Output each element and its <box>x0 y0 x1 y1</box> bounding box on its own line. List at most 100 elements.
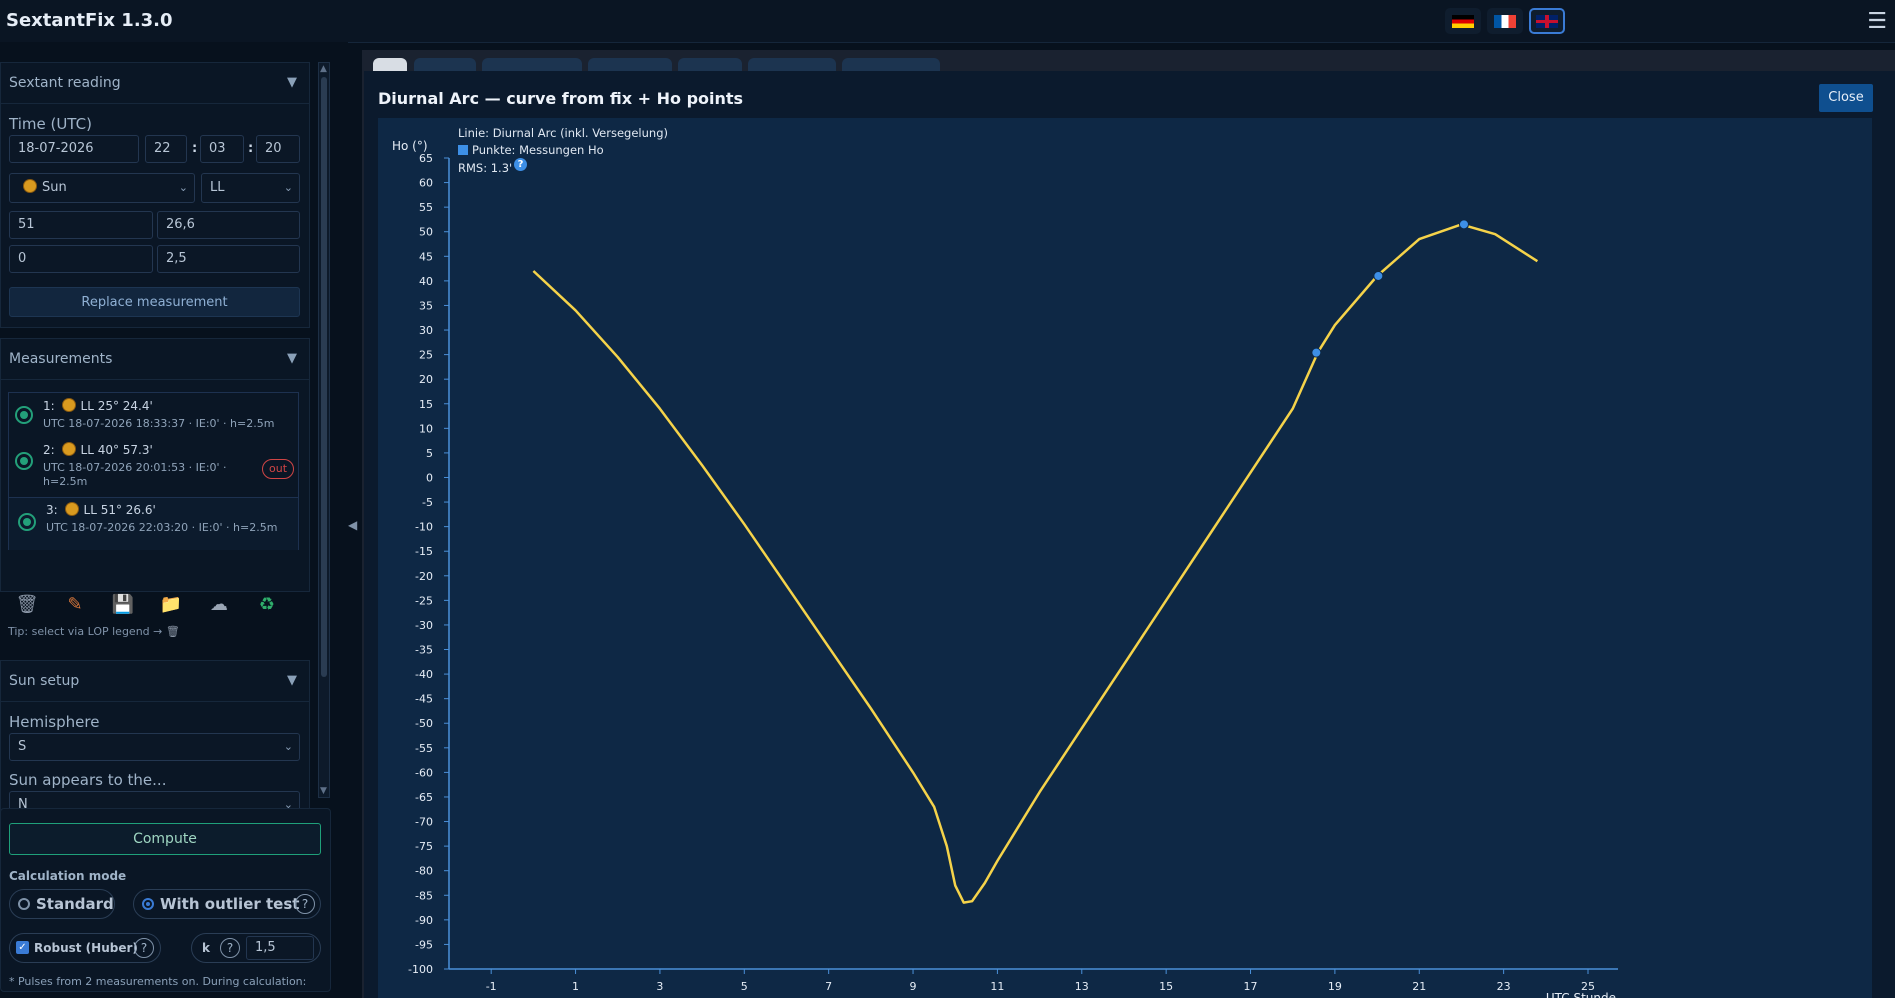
scrollbar-thumb[interactable] <box>321 77 327 677</box>
rms-help-icon[interactable]: ? <box>514 158 527 171</box>
scroll-down-arrow-icon[interactable]: ▼ <box>320 786 327 796</box>
second-input[interactable]: 20 <box>256 135 300 163</box>
radio-on-icon <box>142 898 154 910</box>
time-colon: : <box>192 141 198 156</box>
sextant-reading-header[interactable]: Sextant reading ▼ <box>1 63 309 104</box>
standard-mode-radio[interactable]: Standard <box>9 889 115 919</box>
time-colon: : <box>248 141 254 156</box>
measurement-1-details: UTC 18-07-2026 18:33:37 · IE:0' · h=2.5m <box>43 417 275 430</box>
pencil-icon[interactable]: ✎ <box>63 594 87 616</box>
limb-select[interactable]: LL ⌄ <box>201 173 300 203</box>
map-tab[interactable] <box>748 58 836 72</box>
index-error-input[interactable]: 0 <box>9 245 153 273</box>
body-select[interactable]: Sun ⌄ <box>9 173 195 203</box>
minutes-input[interactable]: 26,6 <box>157 211 300 239</box>
measurement-1-radio[interactable] <box>15 406 33 424</box>
compute-button[interactable]: Compute <box>9 823 321 855</box>
map-tab[interactable] <box>842 58 940 72</box>
y-tick-label: 25 <box>419 349 433 362</box>
y-tick-label: 60 <box>419 177 433 190</box>
help-icon[interactable]: ? <box>220 938 240 958</box>
sun-setup-header[interactable]: Sun setup ▼ <box>1 661 309 702</box>
measurement-3-radio[interactable] <box>18 513 36 531</box>
y-tick-label: 45 <box>419 250 433 263</box>
replace-measurement-button[interactable]: Replace measurement <box>9 287 300 317</box>
limb-select-value: LL <box>210 180 225 195</box>
ho-measurement-point <box>1373 270 1384 281</box>
y-tick-label: 10 <box>419 422 433 435</box>
collapse-triangle-icon[interactable]: ▼ <box>287 339 297 379</box>
measurement-1-number: 1: <box>43 399 55 413</box>
minute-input[interactable]: 03 <box>200 135 244 163</box>
map-tab[interactable] <box>588 58 672 72</box>
y-tick-label: -55 <box>415 742 433 755</box>
language-en-button[interactable] <box>1529 8 1565 34</box>
outlier-mode-radio[interactable]: With outlier test ? <box>133 889 321 919</box>
measurements-header[interactable]: Measurements ▼ <box>1 339 309 380</box>
map-tab[interactable] <box>373 58 407 72</box>
map-tab[interactable] <box>482 58 582 72</box>
close-button[interactable]: Close <box>1819 84 1873 112</box>
degrees-input[interactable]: 51 <box>9 211 153 239</box>
chart-svg: 65605550454035302520151050-5-10-15-20-25… <box>392 139 1618 998</box>
hemisphere-select[interactable]: S ⌄ <box>9 733 300 761</box>
k-input[interactable]: 1,5 <box>246 936 314 960</box>
hour-input[interactable]: 22 <box>145 135 187 163</box>
x-tick-label: 9 <box>910 980 917 993</box>
language-fr-button[interactable] <box>1487 8 1523 34</box>
sextant-reading-panel: Sextant reading ▼ Time (UTC) 18-07-2026 … <box>0 62 310 328</box>
map-tab[interactable] <box>414 58 476 72</box>
ho-measurement-point <box>1458 219 1469 230</box>
checkbox-checked-icon[interactable]: ✓ <box>16 941 29 954</box>
measurements-title: Measurements <box>9 351 113 367</box>
eye-height-input[interactable]: 2,5 <box>157 245 300 273</box>
robust-huber-label: Robust (Huber) <box>34 941 138 955</box>
y-tick-label: -75 <box>415 840 433 853</box>
measurement-1-main: 1: LL 25° 24.4' <box>43 399 153 413</box>
help-icon[interactable]: ? <box>134 938 154 958</box>
language-de-button[interactable] <box>1445 8 1481 34</box>
help-icon[interactable]: ? <box>295 894 315 914</box>
sidebar-scrollbar[interactable] <box>318 62 330 798</box>
sidebar: Sextant reading ▼ Time (UTC) 18-07-2026 … <box>0 42 348 998</box>
measurement-2-radio[interactable] <box>15 452 33 470</box>
y-axis-label: Ho (°) <box>392 139 428 153</box>
robust-huber-toggle[interactable]: ✓ Robust (Huber) ? <box>9 933 161 963</box>
trash-icon[interactable]: 🗑 <box>15 594 39 616</box>
y-tick-label: -35 <box>415 644 433 657</box>
recycle-icon[interactable]: ♻ <box>255 594 279 616</box>
body-select-value: Sun <box>42 180 67 195</box>
german-flag-icon <box>1452 14 1474 28</box>
scroll-up-arrow-icon[interactable]: ▲ <box>320 64 327 74</box>
diurnal-arc-line <box>532 223 1539 904</box>
sun-setup-title: Sun setup <box>9 673 80 689</box>
y-tick-label: 0 <box>426 471 433 484</box>
measurement-2-number: 2: <box>43 443 55 457</box>
map-tab[interactable] <box>678 58 742 72</box>
cloud-icon[interactable]: ☁ <box>207 594 231 616</box>
hemisphere-label: Hemisphere <box>9 713 100 731</box>
standard-mode-label: Standard <box>36 895 114 913</box>
chevron-down-icon: ⌄ <box>283 740 293 753</box>
measurement-2-details-2: h=2.5m <box>43 475 88 488</box>
x-tick-label: 3 <box>656 980 663 993</box>
collapse-triangle-icon[interactable]: ▼ <box>287 661 297 701</box>
hamburger-menu-icon[interactable]: ☰ <box>1867 9 1887 34</box>
chevron-down-icon: ⌄ <box>283 181 293 194</box>
y-tick-label: -10 <box>415 521 433 534</box>
y-tick-label: 65 <box>419 152 433 165</box>
measurement-3-number: 3: <box>46 503 58 517</box>
collapse-sidebar-arrow-icon[interactable]: ◀ <box>348 518 357 532</box>
y-tick-label: -65 <box>415 791 433 804</box>
date-input[interactable]: 18-07-2026 <box>9 135 139 163</box>
measurement-3-value: LL 51° 26.6' <box>83 503 156 517</box>
hemisphere-select-value: S <box>18 739 27 754</box>
y-tick-label: 20 <box>419 373 433 386</box>
y-tick-label: -80 <box>415 865 433 878</box>
save-icon[interactable]: 💾 <box>111 594 135 616</box>
sun-icon <box>62 443 75 455</box>
collapse-triangle-icon[interactable]: ▼ <box>287 63 297 103</box>
folder-icon[interactable]: 📁 <box>159 594 183 616</box>
y-tick-label: 40 <box>419 275 433 288</box>
y-tick-label: 15 <box>419 398 433 411</box>
